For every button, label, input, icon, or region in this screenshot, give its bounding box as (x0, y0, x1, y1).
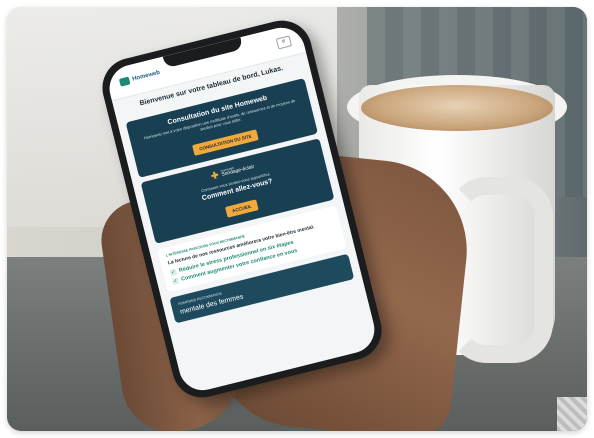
accueil-button[interactable]: ACCUEIL (225, 199, 259, 218)
sweater-sleeve (557, 397, 587, 431)
coffee-surface (361, 85, 553, 131)
app-logo[interactable]: Homeweb (118, 69, 161, 87)
plus-icon: ✚ (209, 169, 220, 182)
photo-frame: Homeweb ≡ Bienvenue sur votre tableau de… (7, 7, 587, 431)
logo-icon (118, 76, 131, 87)
consultation-button[interactable]: CONSULTATION DU SITE (192, 129, 259, 156)
menu-button[interactable]: ≡ (275, 34, 292, 49)
menu-icon: ≡ (281, 38, 287, 45)
check-icon: ✓ (171, 278, 180, 286)
logo-text: Homeweb (131, 69, 161, 83)
check-icon: ✓ (169, 269, 178, 277)
